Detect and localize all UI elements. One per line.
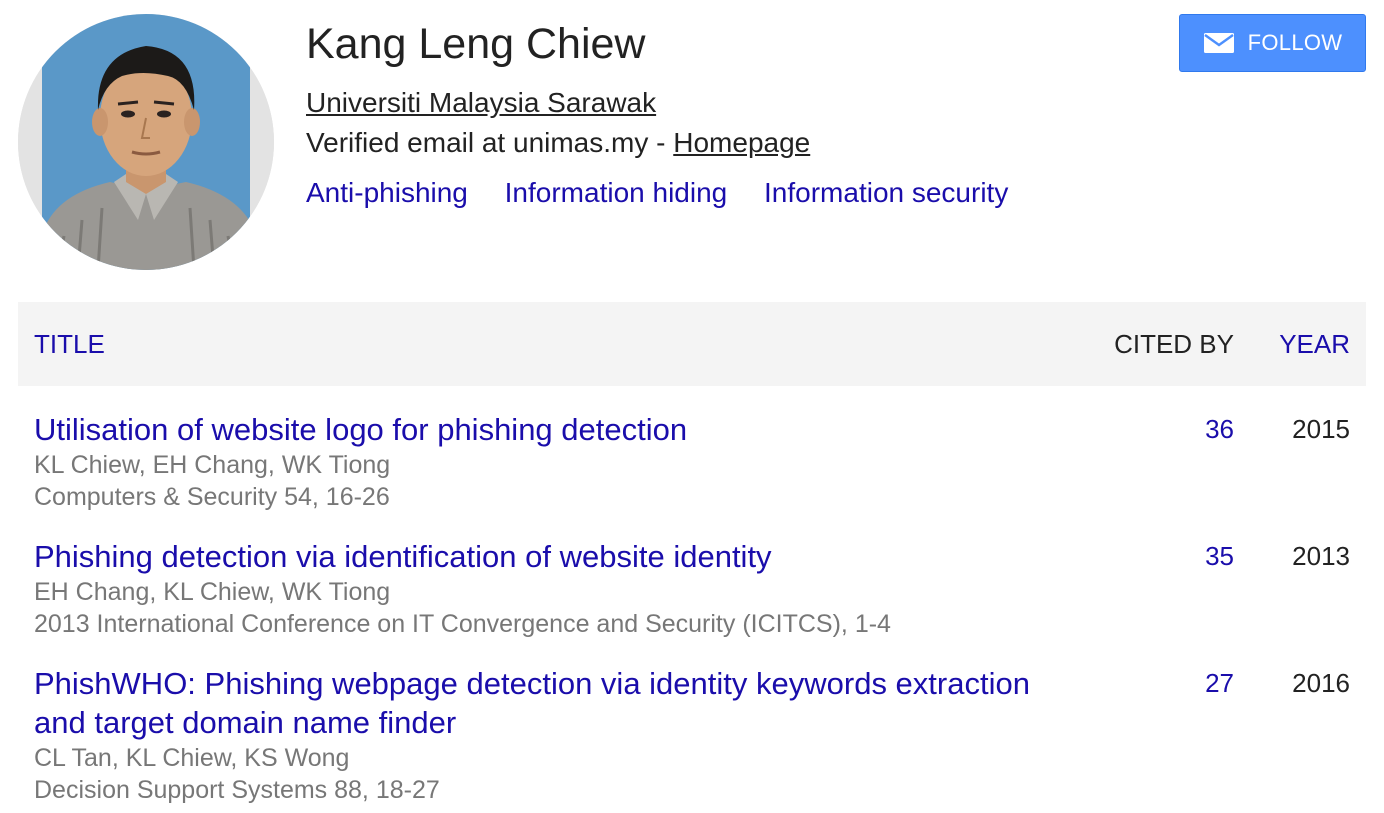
publication-row: Phishing detection via identification of… (34, 537, 1350, 640)
affiliation-link[interactable]: Universiti Malaysia Sarawak (306, 86, 656, 120)
profile-photo (18, 14, 274, 270)
publication-row: PhishWHO: Phishing webpage detection via… (34, 664, 1350, 806)
profile-name: Kang Leng Chiew (306, 20, 646, 68)
email-line: Verified email at unimas.my - Homepage (306, 126, 810, 160)
publication-title[interactable]: Phishing detection via identification of… (34, 537, 1084, 576)
homepage-link[interactable]: Homepage (673, 127, 810, 158)
publication-authors: EH Chang, KL Chiew, WK Tiong (34, 578, 391, 606)
cited-by-header: CITED BY (1114, 329, 1234, 359)
cited-by-count[interactable]: 27 (1205, 667, 1234, 699)
publication-year: 2016 (1292, 668, 1350, 698)
publication-venue: 2013 International Conference on IT Conv… (34, 610, 891, 638)
publication-venue: Decision Support Systems 88, 18-27 (34, 776, 440, 804)
publication-year: 2013 (1292, 541, 1350, 571)
publication-authors: CL Tan, KL Chiew, KS Wong (34, 744, 350, 772)
interest-information-security[interactable]: Information security (764, 177, 1008, 208)
cited-by-count[interactable]: 36 (1205, 413, 1234, 445)
sort-by-title-header[interactable]: TITLE (34, 329, 105, 359)
sort-by-year-header[interactable]: YEAR (1279, 329, 1350, 359)
publications-table-header: TITLE CITED BY YEAR (18, 302, 1366, 386)
publication-row: Utilisation of website logo for phishing… (34, 410, 1350, 513)
research-interests: Anti-phishing Information hiding Informa… (306, 176, 1037, 210)
publication-authors: KL Chiew, EH Chang, WK Tiong (34, 451, 391, 479)
cited-by-count[interactable]: 35 (1205, 540, 1234, 572)
publication-title[interactable]: PhishWHO: Phishing webpage detection via… (34, 664, 1084, 742)
follow-label: FOLLOW (1247, 30, 1343, 55)
publication-year: 2015 (1292, 414, 1350, 444)
interest-anti-phishing[interactable]: Anti-phishing (306, 177, 468, 208)
verified-email-text: Verified email at unimas.my - (306, 127, 674, 158)
interest-information-hiding[interactable]: Information hiding (505, 177, 728, 208)
mail-icon (1203, 32, 1235, 54)
follow-button[interactable]: FOLLOW (1179, 14, 1366, 72)
publication-venue: Computers & Security 54, 16-26 (34, 483, 390, 511)
publication-title[interactable]: Utilisation of website logo for phishing… (34, 410, 1084, 449)
